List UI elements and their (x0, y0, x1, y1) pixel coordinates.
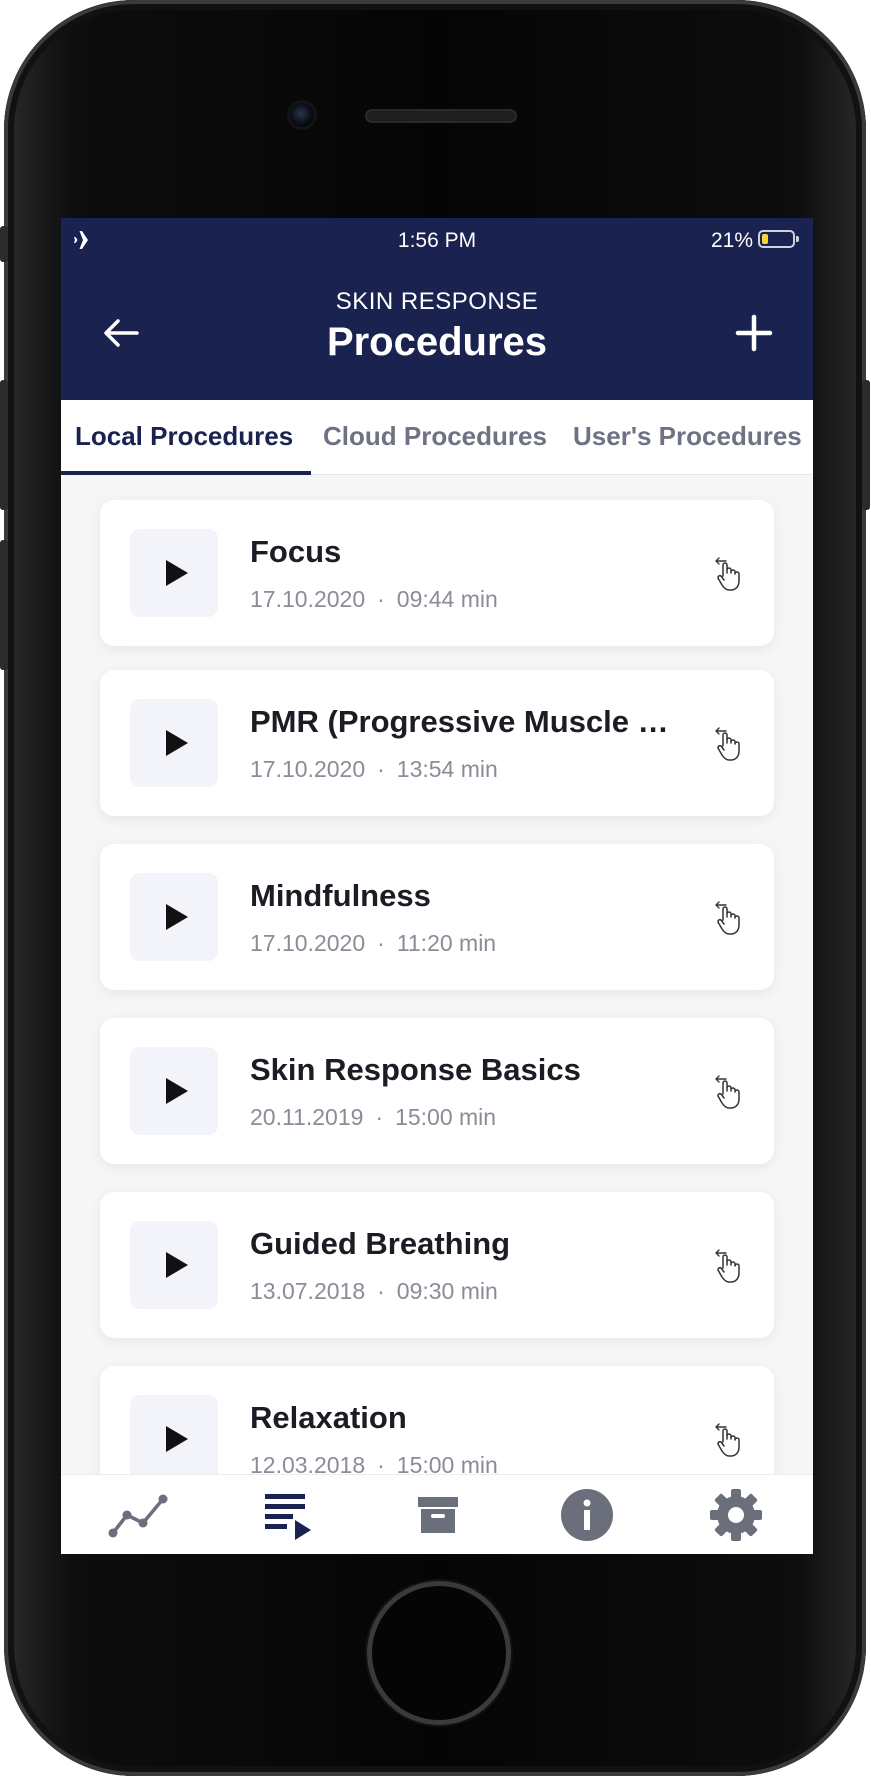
procedure-duration: 15:00 min (395, 1104, 497, 1130)
procedure-tabs: Local Procedures Cloud Procedures User's… (61, 400, 813, 475)
procedure-title: PMR (Progressive Muscle Relaxation) (250, 704, 690, 739)
play-icon (166, 560, 188, 586)
mute-switch (0, 226, 8, 262)
tab-cloud-procedures[interactable]: Cloud Procedures (313, 400, 563, 474)
power-button (862, 380, 870, 510)
info-icon (561, 1489, 613, 1541)
meta-separator: · (377, 930, 385, 956)
procedure-card-mindfulness[interactable]: Mindfulness 17.10.2020 · 11:20 min (100, 844, 774, 990)
play-icon (166, 904, 188, 930)
page-title: Procedures (326, 320, 548, 364)
nav-archive[interactable] (398, 1485, 478, 1545)
meta-separator: · (375, 1104, 384, 1130)
archive-icon (418, 1497, 458, 1533)
gear-icon (710, 1489, 762, 1541)
swipe-gesture-icon (715, 1249, 740, 1283)
procedure-meta: 12.03.2018 · 15:00 min (250, 1452, 498, 1474)
meta-separator: · (377, 1278, 385, 1304)
procedure-duration: 15:00 min (396, 1452, 498, 1474)
play-button[interactable] (130, 873, 218, 961)
tab-local-procedures[interactable]: Local Procedures (65, 400, 315, 474)
procedure-date: 20.11.2019 (250, 1104, 364, 1130)
play-button[interactable] (130, 529, 218, 617)
nav-info[interactable] (547, 1485, 627, 1545)
playlist-icon (265, 1494, 311, 1540)
procedure-title: Relaxation (250, 1400, 407, 1435)
procedure-card-pmr[interactable]: PMR (Progressive Muscle Relaxation) 17.1… (100, 670, 774, 816)
procedure-date: 17.10.2020 (250, 930, 366, 956)
nav-settings[interactable] (696, 1485, 776, 1545)
procedure-list[interactable]: Focus 17.10.2020 · 09:44 min PMR (Progress… (61, 474, 813, 1474)
swipe-gesture-icon (715, 1075, 740, 1109)
procedure-meta: 17.10.2020 · 13:54 min (250, 756, 498, 783)
procedure-date: 17.10.2020 (250, 586, 366, 612)
tab-users-procedures[interactable]: User's Procedures (563, 400, 813, 474)
play-icon (166, 730, 188, 756)
procedure-date: 17.10.2020 (250, 756, 366, 782)
meta-separator: · (377, 1452, 385, 1474)
procedure-meta: 17.10.2020 · 11:20 min (250, 930, 496, 957)
procedure-card-focus[interactable]: Focus 17.10.2020 · 09:44 min (100, 500, 774, 646)
add-procedure-button[interactable] (729, 308, 779, 358)
procedure-meta: 20.11.2019 · 15:00 min (250, 1104, 496, 1131)
procedure-meta: 13.07.2018 · 09:30 min (250, 1278, 498, 1305)
play-icon (166, 1252, 188, 1278)
swipe-gesture-icon (715, 1423, 740, 1457)
procedure-meta: 17.10.2020 · 09:44 min (250, 586, 498, 613)
procedure-date: 13.07.2018 (250, 1278, 366, 1304)
procedure-title: Mindfulness (250, 878, 431, 913)
volume-down-button (0, 540, 8, 670)
swipe-gesture-icon (715, 901, 740, 935)
status-bar: 1:56 PM 21% (61, 218, 813, 262)
battery-icon (758, 230, 799, 248)
meta-separator: · (377, 586, 385, 612)
nav-statistics[interactable] (99, 1485, 179, 1545)
status-time: 1:56 PM (397, 229, 477, 252)
play-button[interactable] (130, 1221, 218, 1309)
front-camera (290, 103, 314, 127)
play-button[interactable] (130, 1047, 218, 1135)
procedure-date: 12.03.2018 (250, 1452, 366, 1474)
plus-icon (735, 314, 773, 352)
procedure-title: Guided Breathing (250, 1226, 511, 1261)
play-button[interactable] (130, 1395, 218, 1474)
header-subtitle: SKIN RESPONSE (335, 288, 539, 315)
nav-procedures[interactable] (249, 1485, 329, 1545)
procedure-card-relaxation[interactable]: Relaxation 12.03.2018 · 15:00 min (100, 1366, 774, 1474)
battery-percentage: 21% (711, 229, 754, 252)
meta-separator: · (377, 756, 385, 782)
play-button[interactable] (130, 699, 218, 787)
procedure-duration: 09:44 min (396, 586, 498, 612)
volume-up-button (0, 380, 8, 510)
earpiece-speaker (365, 109, 517, 123)
bottom-navigation (61, 1474, 813, 1554)
procedure-title: Focus (250, 534, 342, 569)
procedure-duration: 11:20 min (396, 930, 497, 956)
play-icon (166, 1078, 188, 1104)
procedure-duration: 13:54 min (396, 756, 498, 782)
swipe-gesture-icon (715, 557, 740, 591)
play-icon (166, 1426, 188, 1452)
procedure-duration: 09:30 min (396, 1278, 498, 1304)
home-button[interactable] (372, 1586, 506, 1720)
procedure-card-skin-response-basics[interactable]: Skin Response Basics 20.11.2019 · 15:00 mi… (100, 1018, 774, 1164)
procedure-title: Skin Response Basics (250, 1052, 581, 1087)
procedure-card-guided-breathing[interactable]: Guided Breathing 13.07.2018 · 09:30 min (100, 1192, 774, 1338)
swipe-gesture-icon (715, 727, 740, 761)
chart-line-icon (108, 1494, 168, 1538)
app-screen: 1:56 PM 21% SKIN RESPONSE Procedures Loc… (61, 218, 813, 1554)
battery-level (762, 234, 768, 244)
app-header: 1:56 PM 21% SKIN RESPONSE Procedures (61, 218, 813, 400)
